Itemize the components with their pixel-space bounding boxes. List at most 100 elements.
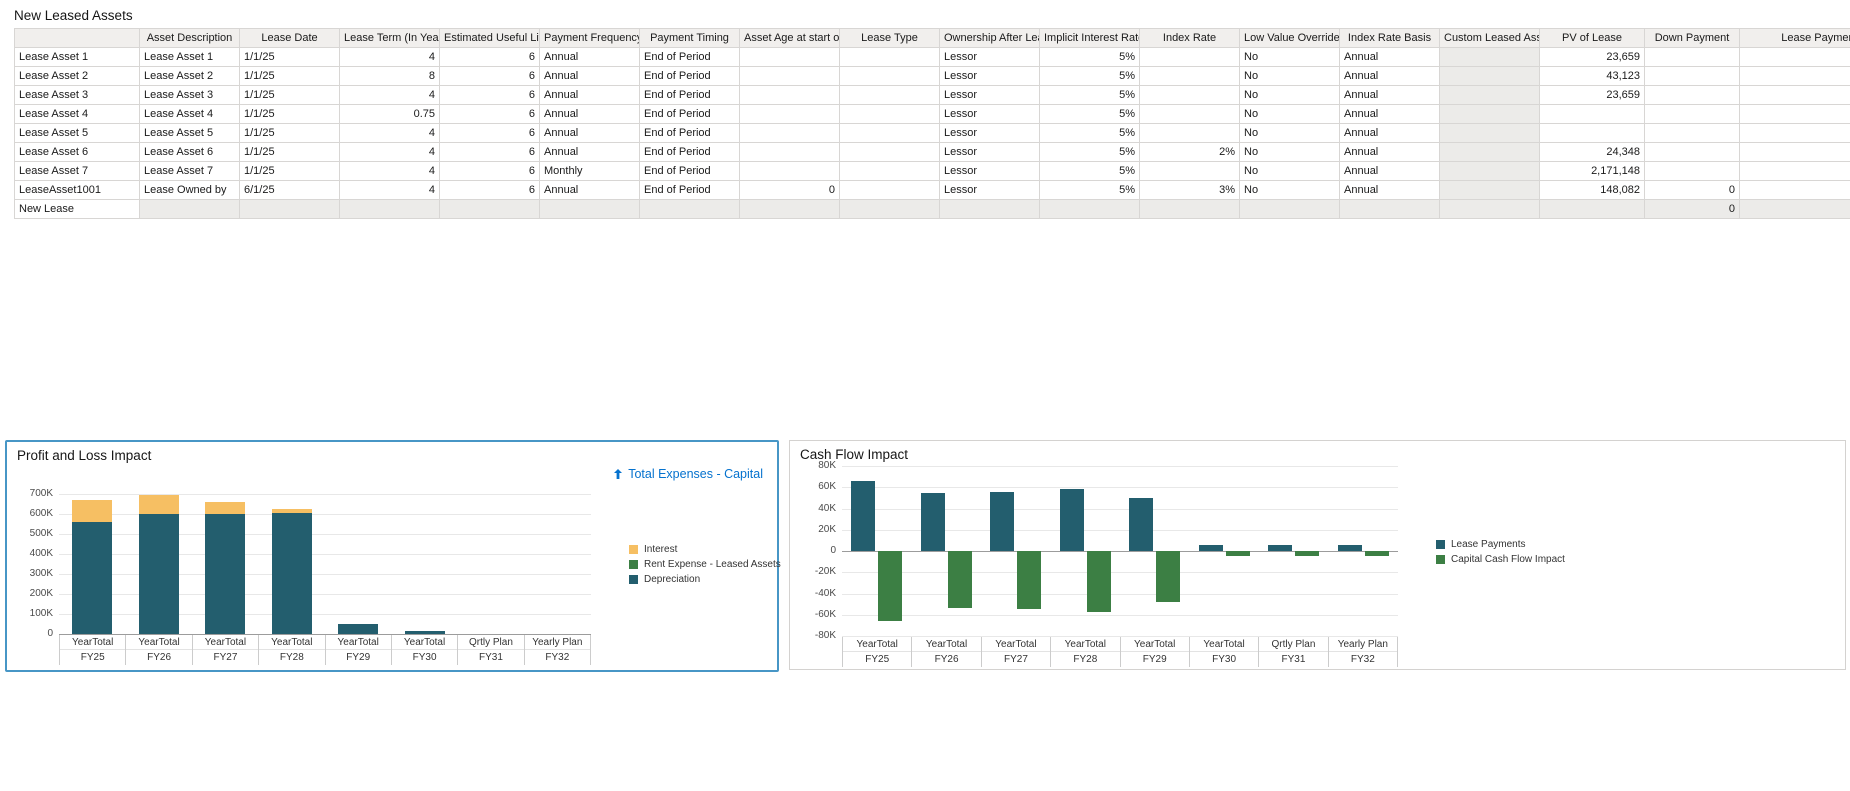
grid-cell[interactable] [839, 47, 940, 67]
column-header[interactable]: Asset Description [139, 28, 240, 48]
grid-cell[interactable]: 6 [439, 123, 540, 143]
grid-cell[interactable]: 1/1/25 [239, 104, 340, 124]
grid-cell[interactable] [739, 85, 840, 105]
grid-cell[interactable] [1644, 104, 1740, 124]
grid-cell[interactable] [1139, 161, 1240, 181]
grid-cell[interactable]: 5% [1039, 104, 1140, 124]
column-header[interactable]: Custom Leased Assets General Assumptions [1439, 28, 1540, 48]
column-header[interactable]: Lease Type [839, 28, 940, 48]
grid-cell[interactable]: No [1239, 104, 1340, 124]
grid-cell[interactable]: 0.75 [339, 104, 440, 124]
grid-cell[interactable] [739, 123, 840, 143]
grid-cell[interactable]: 1/1/25 [239, 123, 340, 143]
grid-cell[interactable] [739, 104, 840, 124]
grid-cell[interactable]: 3,00 [1739, 123, 1850, 143]
grid-cell[interactable]: 5% [1039, 66, 1140, 86]
column-header[interactable]: Estimated Useful Life (Years) [439, 28, 540, 48]
grid-cell[interactable]: 23,659 [1539, 85, 1645, 105]
grid-cell[interactable]: 4 [339, 161, 440, 181]
column-header[interactable]: Down Payment [1644, 28, 1740, 48]
grid-cell[interactable] [739, 47, 840, 67]
grid-cell[interactable]: 6 [439, 104, 540, 124]
grid-cell[interactable]: Lessor [939, 142, 1040, 162]
grid-cell[interactable] [839, 104, 940, 124]
grid-cell[interactable]: No [1239, 47, 1340, 67]
grid-cell[interactable]: Annual [539, 142, 640, 162]
grid-cell[interactable]: Annual [1339, 142, 1440, 162]
grid-cell[interactable]: 5% [1039, 161, 1140, 181]
grid-cell[interactable]: 6 [439, 180, 540, 200]
grid-cell[interactable]: 6,67 [1739, 47, 1850, 67]
row-header[interactable]: New Lease [14, 199, 140, 219]
grid-cell[interactable]: 2,171,148 [1539, 161, 1645, 181]
grid-cell[interactable]: Annual [539, 123, 640, 143]
column-header[interactable]: Lease Date [239, 28, 340, 48]
grid-cell[interactable]: 5% [1039, 123, 1140, 143]
grid-cell[interactable] [839, 85, 940, 105]
grid-cell[interactable]: 4 [339, 180, 440, 200]
grid-cell[interactable] [1644, 47, 1740, 67]
grid-cell[interactable]: Lessor [939, 123, 1040, 143]
grid-cell[interactable]: 1/1/25 [239, 66, 340, 86]
grid-cell[interactable]: 4 [339, 47, 440, 67]
row-header[interactable]: Lease Asset 6 [14, 142, 140, 162]
grid-cell[interactable] [1139, 123, 1240, 143]
row-header[interactable]: Lease Asset 2 [14, 66, 140, 86]
row-header[interactable]: Lease Asset 1 [14, 47, 140, 67]
grid-cell[interactable]: Annual [539, 66, 640, 86]
column-header[interactable]: Payment Timing [639, 28, 740, 48]
grid-cell[interactable]: Lease Owned by [139, 180, 240, 200]
column-header[interactable]: Index Rate [1139, 28, 1240, 48]
grid-cell[interactable] [1139, 85, 1240, 105]
grid-cell[interactable]: Annual [539, 180, 640, 200]
grid-cell[interactable]: 4 [339, 142, 440, 162]
grid-cell[interactable]: Annual [1339, 123, 1440, 143]
grid-cell[interactable] [839, 66, 940, 86]
grid-cell[interactable]: 6 [439, 66, 540, 86]
grid-cell[interactable]: Lessor [939, 66, 1040, 86]
grid-cell[interactable]: Annual [1339, 66, 1440, 86]
grid-cell[interactable]: 1/1/25 [239, 142, 340, 162]
grid-cell[interactable] [1139, 104, 1240, 124]
row-header[interactable]: Lease Asset 7 [14, 161, 140, 181]
grid-cell[interactable]: 24,348 [1539, 142, 1645, 162]
grid-cell[interactable]: Annual [539, 85, 640, 105]
grid-cell[interactable]: 4 [339, 123, 440, 143]
grid-cell[interactable]: 55 [1739, 104, 1850, 124]
grid-cell[interactable]: End of Period [639, 47, 740, 67]
grid-cell[interactable]: Annual [1339, 104, 1440, 124]
grid-cell[interactable]: End of Period [639, 123, 740, 143]
grid-cell[interactable]: 5% [1039, 47, 1140, 67]
drill-up-link[interactable]: Total Expenses - Capital [613, 467, 763, 481]
row-header[interactable]: Lease Asset 3 [14, 85, 140, 105]
column-header[interactable]: PV of Lease [1539, 28, 1645, 48]
grid-cell[interactable] [839, 142, 940, 162]
grid-cell[interactable]: Annual [539, 47, 640, 67]
grid-cell[interactable]: End of Period [639, 180, 740, 200]
column-header[interactable]: Ownership After Lease Term [939, 28, 1040, 48]
grid-cell[interactable]: 1/1/25 [239, 161, 340, 181]
grid-cell[interactable] [739, 161, 840, 181]
grid-cell[interactable] [1644, 142, 1740, 162]
grid-cell[interactable]: Lease Asset 2 [139, 66, 240, 86]
grid-cell[interactable]: 2% [1139, 142, 1240, 162]
grid-cell[interactable]: Lease Asset 3 [139, 85, 240, 105]
grid-cell[interactable]: Annual [539, 104, 640, 124]
grid-cell[interactable]: End of Period [639, 85, 740, 105]
grid-cell[interactable] [839, 123, 940, 143]
grid-cell[interactable]: 50,00 [1739, 161, 1850, 181]
grid-cell[interactable]: Annual [1339, 85, 1440, 105]
grid-cell[interactable]: 1/1/25 [239, 85, 340, 105]
grid-cell[interactable]: End of Period [639, 66, 740, 86]
grid-cell[interactable] [1539, 123, 1645, 143]
row-header[interactable]: LeaseAsset1001 [14, 180, 140, 200]
grid-cell[interactable]: No [1239, 123, 1340, 143]
grid-cell[interactable]: No [1239, 161, 1340, 181]
grid-cell[interactable]: 6 [439, 142, 540, 162]
cashflow-chart-panel[interactable]: Cash Flow Impact -80K -60K -40K -20K 0 20K 40K… [789, 440, 1846, 670]
grid-cell[interactable]: Lease Asset 7 [139, 161, 240, 181]
grid-cell[interactable]: Lessor [939, 180, 1040, 200]
grid-cell[interactable]: 6,67 [1739, 85, 1850, 105]
grid-cell[interactable] [1539, 104, 1645, 124]
grid-cell[interactable]: Lessor [939, 47, 1040, 67]
